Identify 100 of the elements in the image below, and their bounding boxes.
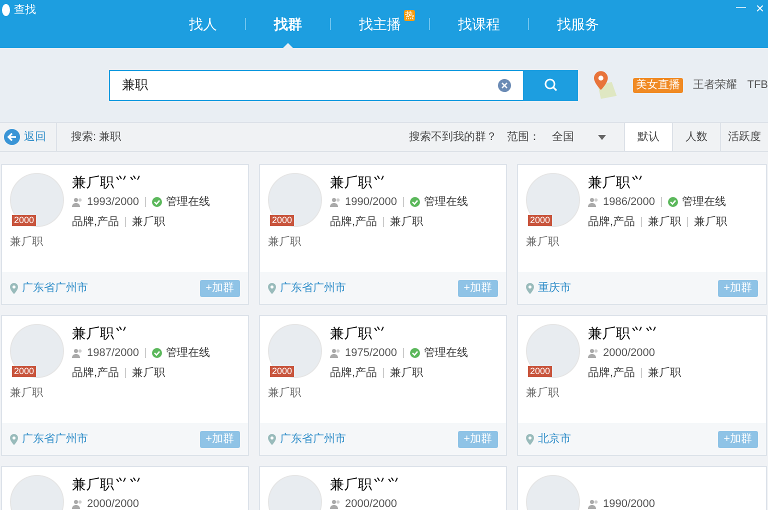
level-badge: 2000 [12,366,36,377]
avatar-placeholder [10,324,64,378]
not-found-link[interactable]: 搜索不到我的群？ [409,128,497,146]
avatar-placeholder [526,324,580,378]
members-icon [72,197,83,208]
group-tag: 品牌,产品 [588,364,636,381]
location-text: 北京市 [538,432,571,447]
close-button[interactable]: × [756,0,764,19]
members-icon [330,348,341,358]
group-name: 兼⺁职⺍ [72,324,129,342]
join-group-button[interactable]: +加群 [200,430,240,448]
location-pin-icon [10,434,18,444]
group-tag: 品牌,产品 [72,214,120,230]
hot-search-link[interactable]: 王者荣耀 [693,76,738,94]
members-icon [588,499,599,510]
location-pin-icon [526,434,534,444]
location-text: 广东省广州市 [22,432,88,447]
sort-tab[interactable]: 活跃度 [720,123,768,151]
nav-tab[interactable]: 找服务 [557,0,599,48]
join-group-button[interactable]: +加群 [718,430,758,448]
group-tag: 品牌,产品 [330,214,378,230]
scope-dropdown[interactable]: 全国 [552,128,606,146]
join-group-button[interactable]: +加群 [200,280,240,296]
group-name: 兼⺁职⺍ [588,173,645,191]
admin-online-status: 管理在线 [424,195,468,210]
group-tag: 兼⺁职 [648,364,682,381]
member-count: 2000/2000 [603,346,655,361]
admin-online-status: 管理在线 [166,195,210,210]
group-tag: 品牌,产品 [72,364,120,381]
member-count: 1986/2000 [603,195,655,210]
group-description: 兼⺁职 [267,386,302,401]
group-tag: 兼⺁职 [390,364,424,381]
group-name: 兼⺁职⺍⺍ [588,324,659,342]
group-tag: 兼⺁职 [132,214,166,230]
members-icon [330,197,341,208]
location-text: 广东省广州市 [22,280,88,296]
group-name: 兼⺁职⺍ [330,173,387,191]
group-name: 兼⺁职⺍ [330,324,387,342]
join-group-button[interactable]: +加群 [458,280,498,296]
location-pin-icon [268,434,276,444]
location-pin-icon [526,282,534,294]
nav-tab[interactable]: 找课程 [458,0,500,48]
window-title: 查找 [14,3,36,18]
group-description: 兼⺁职 [525,235,560,250]
member-count: 2000/2000 [345,497,397,510]
group-description: 兼⺁职 [267,235,302,250]
member-count: 1993/2000 [87,195,139,210]
location-text: 广东省广州市 [280,432,346,447]
join-group-button[interactable]: +加群 [458,430,498,448]
check-icon [152,348,162,358]
group-tag: 兼⺁职 [132,364,166,381]
group-description: 兼⺁职 [525,386,560,401]
check-icon [410,348,420,358]
avatar-placeholder [268,324,322,378]
search-input-value: 兼职 [122,76,149,94]
member-count: 1975/2000 [345,346,397,361]
clear-icon[interactable] [498,78,512,92]
avatar-placeholder [268,173,322,227]
level-badge: 2000 [12,215,36,226]
check-icon [152,197,162,208]
location-text: 广东省广州市 [280,280,346,296]
back-button[interactable]: 返回 [0,123,57,151]
level-badge: 2000 [528,366,552,377]
avatar-placeholder [526,173,580,227]
group-name: 兼⺁职⺍⺍ [72,173,143,191]
scope-label: 范围： [507,130,540,145]
group-name: 兼⺁职⺍⺍ [72,475,142,493]
members-icon [588,348,599,358]
member-count: 1990/2000 [603,497,655,510]
sort-tab[interactable]: 人数 [672,123,720,151]
group-name: 兼⺁职⺍⺍ [330,475,400,493]
group-tag: 兼⺁职 [390,214,424,230]
nav-tab[interactable]: 找人 [189,0,217,48]
search-field[interactable]: 兼职 [109,70,524,100]
member-count: 1987/2000 [87,346,139,361]
group-tag: 兼⺁职 [648,214,682,230]
members-icon [72,348,83,358]
level-badge: 2000 [528,215,552,226]
level-badge: 2000 [270,366,294,377]
hot-search-tag[interactable]: 美女直播 [633,78,684,92]
map-pin-icon[interactable] [592,71,618,99]
sort-tab[interactable]: 默认 [624,123,672,151]
members-icon [330,499,341,510]
check-icon [410,197,420,208]
members-icon [588,197,599,208]
search-icon [544,78,558,92]
hot-search-link[interactable]: TFB [747,76,768,94]
join-group-button[interactable]: +加群 [718,280,758,296]
group-description: 兼⺁职 [9,386,44,401]
hot-badge: 热 [404,10,415,21]
search-button[interactable] [524,70,578,100]
location-pin-icon [10,282,18,294]
minimize-button[interactable]: — [736,0,746,15]
caret-icon [598,134,606,140]
level-badge: 2000 [270,215,294,226]
avatar-placeholder [10,173,64,227]
member-count: 1990/2000 [345,195,397,210]
admin-online-status: 管理在线 [166,346,210,361]
location-text: 重庆市 [538,280,571,296]
group-description: 兼⺁职 [9,235,44,250]
